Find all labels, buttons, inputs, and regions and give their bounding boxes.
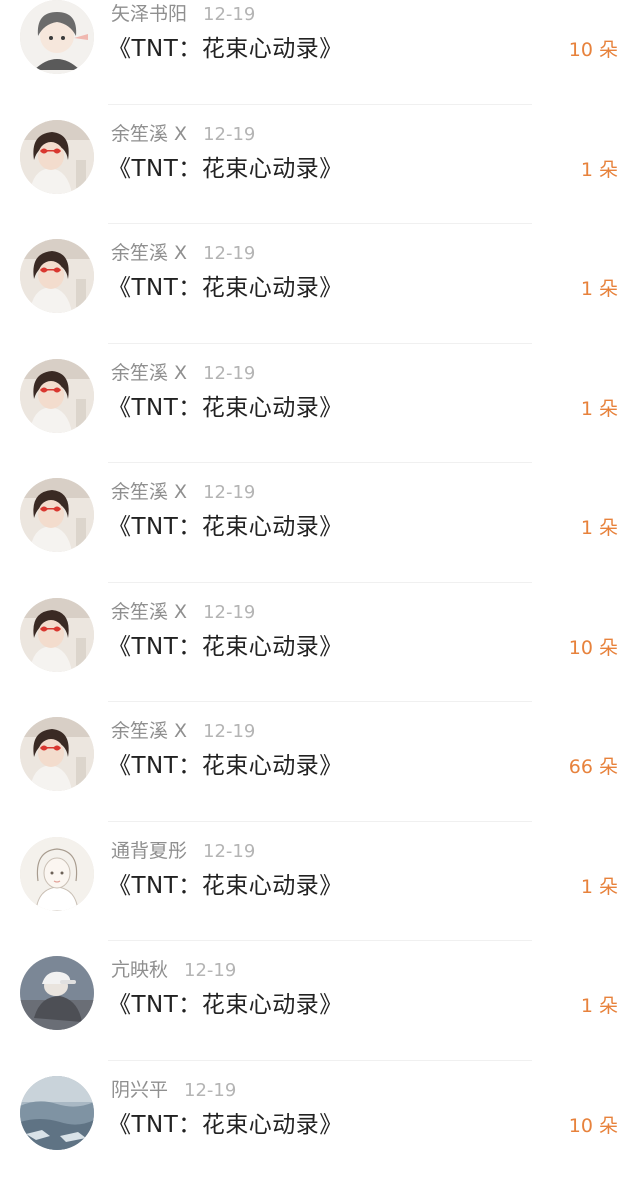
girl-with-heart-glasses-avatar[interactable] [20,478,94,552]
record-meta: 余笙溪 X 12-19 [111,716,255,746]
gift-record-row[interactable]: 余笙溪 X 12-19 《TNT：花束心动录》 10 朵 [0,583,640,703]
flower-count: 1 朵 [581,394,618,424]
user-name[interactable]: 余笙溪 X [111,601,187,623]
user-name[interactable]: 余笙溪 X [111,123,187,145]
girl-with-heart-glasses-avatar[interactable] [20,359,94,433]
gift-record-row[interactable]: 阴兴平 12-19 《TNT：花束心动录》 10 朵 [0,1061,640,1180]
work-title[interactable]: 《TNT：花束心动录》 [108,1109,343,1141]
record-meta: 余笙溪 X 12-19 [111,238,255,268]
flower-count: 1 朵 [581,513,618,543]
work-title[interactable]: 《TNT：花束心动录》 [108,870,343,902]
work-title[interactable]: 《TNT：花束心动录》 [108,511,343,543]
gift-record-row[interactable]: 亢映秋 12-19 《TNT：花束心动录》 1 朵 [0,941,640,1061]
gift-record-list: 矢泽书阳 12-19 《TNT：花束心动录》 10 朵 余笙溪 X 12-19 《T… [0,0,640,1180]
record-meta: 余笙溪 X 12-19 [111,358,255,388]
user-name[interactable]: 余笙溪 X [111,362,187,384]
girl-with-heart-glasses-avatar[interactable] [20,717,94,791]
gift-record-row[interactable]: 矢泽书阳 12-19 《TNT：花束心动录》 10 朵 [0,0,640,105]
record-date: 12-19 [203,841,255,862]
girl-with-heart-glasses-avatar[interactable] [20,239,94,313]
record-meta: 余笙溪 X 12-19 [111,597,255,627]
work-title[interactable]: 《TNT：花束心动录》 [108,392,343,424]
work-title[interactable]: 《TNT：花束心动录》 [108,272,343,304]
gift-record-row[interactable]: 余笙溪 X 12-19 《TNT：花束心动录》 1 朵 [0,344,640,464]
cartoon-girl-avatar[interactable] [20,0,94,74]
flower-count: 66 朵 [569,752,618,782]
flower-count: 1 朵 [581,155,618,185]
flower-count: 10 朵 [569,35,618,65]
record-date: 12-19 [203,482,255,503]
gift-record-row[interactable]: 余笙溪 X 12-19 《TNT：花束心动录》 1 朵 [0,105,640,225]
gift-record-row[interactable]: 余笙溪 X 12-19 《TNT：花束心动录》 66 朵 [0,702,640,822]
sketch-girl-avatar[interactable] [20,837,94,911]
record-date: 12-19 [184,960,236,981]
work-title[interactable]: 《TNT：花束心动录》 [108,750,343,782]
record-meta: 余笙溪 X 12-19 [111,119,255,149]
icy-landscape-avatar[interactable] [20,1076,94,1150]
user-name[interactable]: 余笙溪 X [111,481,187,503]
record-meta: 余笙溪 X 12-19 [111,477,255,507]
record-date: 12-19 [203,4,255,25]
flower-count: 1 朵 [581,274,618,304]
record-date: 12-19 [203,721,255,742]
record-date: 12-19 [203,363,255,384]
record-meta: 亢映秋 12-19 [111,955,236,985]
record-date: 12-19 [203,124,255,145]
girl-with-heart-glasses-avatar[interactable] [20,598,94,672]
gift-record-row[interactable]: 余笙溪 X 12-19 《TNT：花束心动录》 1 朵 [0,463,640,583]
record-date: 12-19 [203,243,255,264]
record-meta: 通背夏彤 12-19 [111,836,255,866]
flower-count: 1 朵 [581,872,618,902]
user-name[interactable]: 余笙溪 X [111,242,187,264]
record-date: 12-19 [184,1080,236,1101]
work-title[interactable]: 《TNT：花束心动录》 [108,33,343,65]
girl-with-heart-glasses-avatar[interactable] [20,120,94,194]
user-name[interactable]: 通背夏彤 [111,840,187,862]
flower-count: 10 朵 [569,1111,618,1141]
flower-count: 10 朵 [569,633,618,663]
user-name[interactable]: 阴兴平 [111,1079,168,1101]
gift-record-row[interactable]: 通背夏彤 12-19 《TNT：花束心动录》 1 朵 [0,822,640,942]
record-meta: 阴兴平 12-19 [111,1075,236,1105]
work-title[interactable]: 《TNT：花束心动录》 [108,989,343,1021]
user-name[interactable]: 矢泽书阳 [111,3,187,25]
record-date: 12-19 [203,602,255,623]
gift-record-row[interactable]: 余笙溪 X 12-19 《TNT：花束心动录》 1 朵 [0,224,640,344]
work-title[interactable]: 《TNT：花束心动录》 [108,153,343,185]
record-meta: 矢泽书阳 12-19 [111,0,255,29]
user-name[interactable]: 余笙溪 X [111,720,187,742]
work-title[interactable]: 《TNT：花束心动录》 [108,631,343,663]
flower-count: 1 朵 [581,991,618,1021]
person-in-cap-avatar[interactable] [20,956,94,1030]
user-name[interactable]: 亢映秋 [111,959,168,981]
